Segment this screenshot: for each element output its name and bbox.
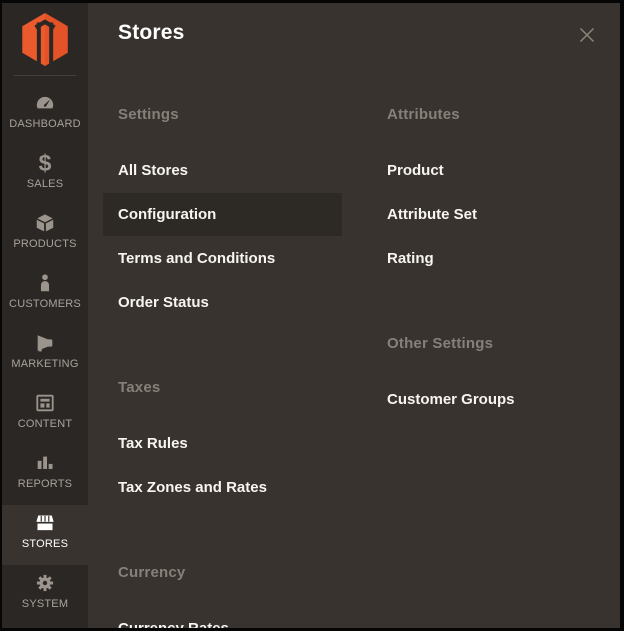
section-title: Attributes xyxy=(387,105,620,125)
flyout-header: Stores xyxy=(88,3,620,47)
close-icon[interactable] xyxy=(576,24,598,46)
layout-icon xyxy=(33,392,57,414)
flyout-link-all-stores[interactable]: All Stores xyxy=(103,149,342,192)
sidebar-item-label: PRODUCTS xyxy=(13,238,76,251)
menu-list: Currency Rates xyxy=(118,607,387,628)
sidebar-item-label: SYSTEM xyxy=(22,598,68,611)
sidebar-item-content[interactable]: CONTENT xyxy=(2,385,88,445)
person-icon xyxy=(33,272,57,294)
sidebar-item-stores[interactable]: STORES xyxy=(2,505,88,565)
flyout-link-rating[interactable]: Rating xyxy=(372,237,575,280)
section-title: Taxes xyxy=(118,378,387,398)
menu-section-settings: Settings All StoresConfigurationTerms and… xyxy=(118,105,387,324)
sidebar-item-label: REPORTS xyxy=(18,478,72,491)
sidebar-item-products[interactable]: PRODUCTS xyxy=(2,205,88,265)
sidebar-item-label: CONTENT xyxy=(18,418,73,431)
menu-section-currency: Currency Currency Rates xyxy=(118,563,387,628)
list-item: Attribute Set xyxy=(372,193,575,236)
sidebar-nav: DASHBOARD $ SALES PRODUCTS CUSTOMERS MARKETIN… xyxy=(2,85,88,625)
section-title: Other Settings xyxy=(387,334,620,354)
sidebar-item-label: MARKETING xyxy=(11,358,78,371)
box-icon xyxy=(33,212,57,234)
sidebar-item-label: STORES xyxy=(22,538,68,551)
menu-list: Tax RulesTax Zones and Rates xyxy=(118,422,387,509)
sidebar-item-sales[interactable]: $ SALES xyxy=(2,145,88,205)
sidebar-item-label: CUSTOMERS xyxy=(9,298,81,311)
sidebar-item-reports[interactable]: REPORTS xyxy=(2,445,88,505)
admin-window: DASHBOARD $ SALES PRODUCTS CUSTOMERS MARKETIN… xyxy=(2,3,620,628)
bar-chart-icon xyxy=(33,452,57,474)
flyout-link-product[interactable]: Product xyxy=(372,149,575,192)
flyout-link-order-status[interactable]: Order Status xyxy=(103,281,342,324)
list-item: Customer Groups xyxy=(372,378,575,421)
menu-section-taxes: Taxes Tax RulesTax Zones and Rates xyxy=(118,378,387,509)
flyout-column-1: Settings All StoresConfigurationTerms and… xyxy=(118,105,387,628)
sidebar-item-system[interactable]: SYSTEM xyxy=(2,565,88,625)
flyout-body: Settings All StoresConfigurationTerms and… xyxy=(88,47,620,628)
section-title: Settings xyxy=(118,105,387,125)
list-item: Tax Rules xyxy=(103,422,342,465)
magento-logo-icon[interactable] xyxy=(2,3,88,75)
flyout-link-configuration[interactable]: Configuration xyxy=(103,193,342,236)
menu-list: All StoresConfigurationTerms and Conditi… xyxy=(118,149,387,324)
sidebar-item-marketing[interactable]: MARKETING xyxy=(2,325,88,385)
gear-icon xyxy=(33,572,57,594)
storefront-icon xyxy=(33,512,57,534)
sidebar-item-label: DASHBOARD xyxy=(9,118,80,131)
flyout-column-2: Attributes ProductAttribute SetRating Othe… xyxy=(387,105,620,475)
list-item: Tax Zones and Rates xyxy=(103,466,342,509)
menu-list: Customer Groups xyxy=(387,378,620,421)
list-item: Terms and Conditions xyxy=(103,237,342,280)
list-item: Rating xyxy=(372,237,575,280)
list-item: Order Status xyxy=(103,281,342,324)
flyout-link-currency-rates[interactable]: Currency Rates xyxy=(103,607,342,628)
menu-section-attributes: Attributes ProductAttribute SetRating xyxy=(387,105,620,280)
admin-sidebar: DASHBOARD $ SALES PRODUCTS CUSTOMERS MARKETIN… xyxy=(2,3,88,628)
menu-list: ProductAttribute SetRating xyxy=(387,149,620,280)
section-title: Currency xyxy=(118,563,387,583)
flyout-link-customer-groups[interactable]: Customer Groups xyxy=(372,378,575,421)
sidebar-item-customers[interactable]: CUSTOMERS xyxy=(2,265,88,325)
sidebar-item-dashboard[interactable]: DASHBOARD xyxy=(2,85,88,145)
list-item: Configuration xyxy=(103,193,342,236)
megaphone-icon xyxy=(33,332,57,354)
list-item: Currency Rates xyxy=(103,607,342,628)
list-item: Product xyxy=(372,149,575,192)
dollar-icon: $ xyxy=(33,152,57,174)
flyout-link-terms-and-conditions[interactable]: Terms and Conditions xyxy=(103,237,342,280)
flyout-link-tax-zones-and-rates[interactable]: Tax Zones and Rates xyxy=(103,466,342,509)
stores-flyout-panel: Stores Settings All StoresConfigurationTe… xyxy=(88,3,620,628)
sidebar-item-label: SALES xyxy=(27,178,63,191)
sidebar-divider xyxy=(14,75,76,76)
flyout-link-attribute-set[interactable]: Attribute Set xyxy=(372,193,575,236)
menu-section-other-settings: Other Settings Customer Groups xyxy=(387,334,620,421)
list-item: All Stores xyxy=(103,149,342,192)
flyout-link-tax-rules[interactable]: Tax Rules xyxy=(103,422,342,465)
dashboard-gauge-icon xyxy=(33,92,57,114)
flyout-title: Stores xyxy=(118,19,590,47)
